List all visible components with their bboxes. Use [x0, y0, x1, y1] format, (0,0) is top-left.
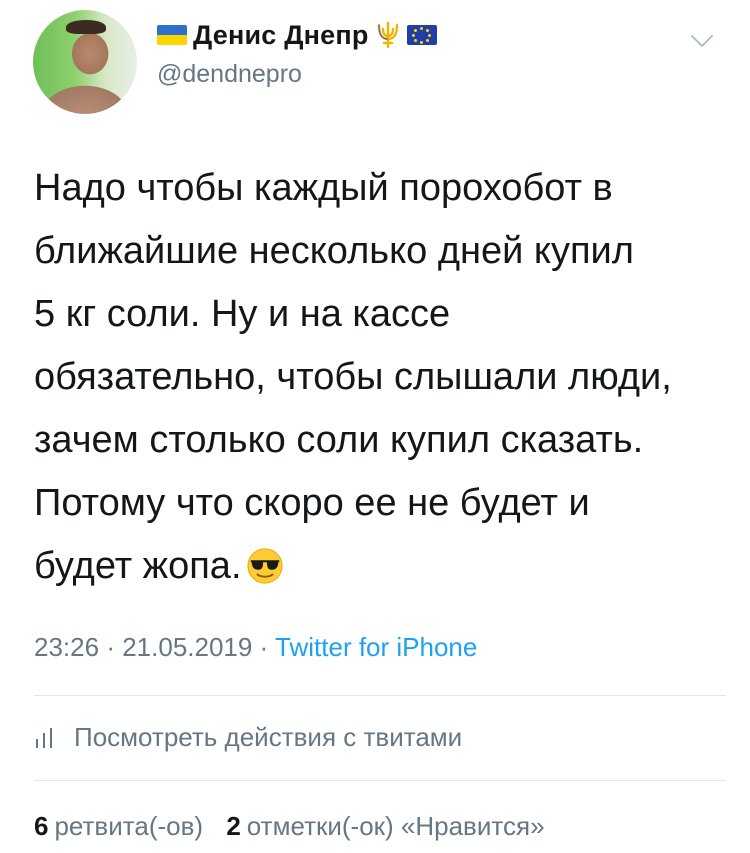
- avatar-hair: [66, 20, 106, 34]
- trident-icon: [377, 21, 398, 49]
- tweet-source-link[interactable]: Twitter for iPhone: [275, 632, 477, 662]
- tweet-date[interactable]: 21.05.2019: [122, 632, 252, 662]
- view-activity-label: Посмотреть действия с твитами: [74, 722, 463, 752]
- eu-flag-icon: [406, 25, 437, 45]
- ukraine-flag-icon: [157, 25, 187, 45]
- avatar[interactable]: [33, 10, 137, 114]
- retweets-label: ретвита(-ов): [54, 811, 204, 841]
- tweet-text: Надо чтобы каждый порохобот в ближайшие …: [34, 157, 724, 598]
- sunglasses-emoji-icon: [246, 548, 283, 584]
- likes-stat[interactable]: 2 отметки(-ок) «Нравится»: [226, 811, 544, 841]
- retweets-stat[interactable]: 6 ретвита(-ов): [34, 811, 203, 841]
- chevron-down-icon[interactable]: [690, 34, 714, 48]
- display-name-row[interactable]: Денис Днепр: [157, 18, 437, 52]
- bar-chart-icon: [36, 727, 52, 748]
- meta-separator: ·: [259, 632, 269, 662]
- tweet-body: Надо чтобы каждый порохобот в ближайшие …: [34, 167, 672, 587]
- user-handle[interactable]: @dendnepro: [157, 60, 302, 89]
- divider: [34, 780, 726, 781]
- retweets-count: 6: [34, 811, 49, 841]
- tweet-meta: 23:26 · 21.05.2019 · Twitter for iPhone: [34, 632, 477, 663]
- display-name[interactable]: Денис Днепр: [193, 20, 369, 51]
- meta-separator: ·: [106, 632, 115, 662]
- view-activity-button[interactable]: Посмотреть действия с твитами: [34, 722, 462, 753]
- tweet-time[interactable]: 23:26: [34, 632, 99, 662]
- tweet-stats: 6 ретвита(-ов) 2 отметки(-ок) «Нравится»: [34, 811, 561, 842]
- likes-count: 2: [226, 811, 241, 841]
- likes-label: отметки(-ок) «Нравится»: [246, 811, 545, 841]
- divider: [34, 695, 726, 696]
